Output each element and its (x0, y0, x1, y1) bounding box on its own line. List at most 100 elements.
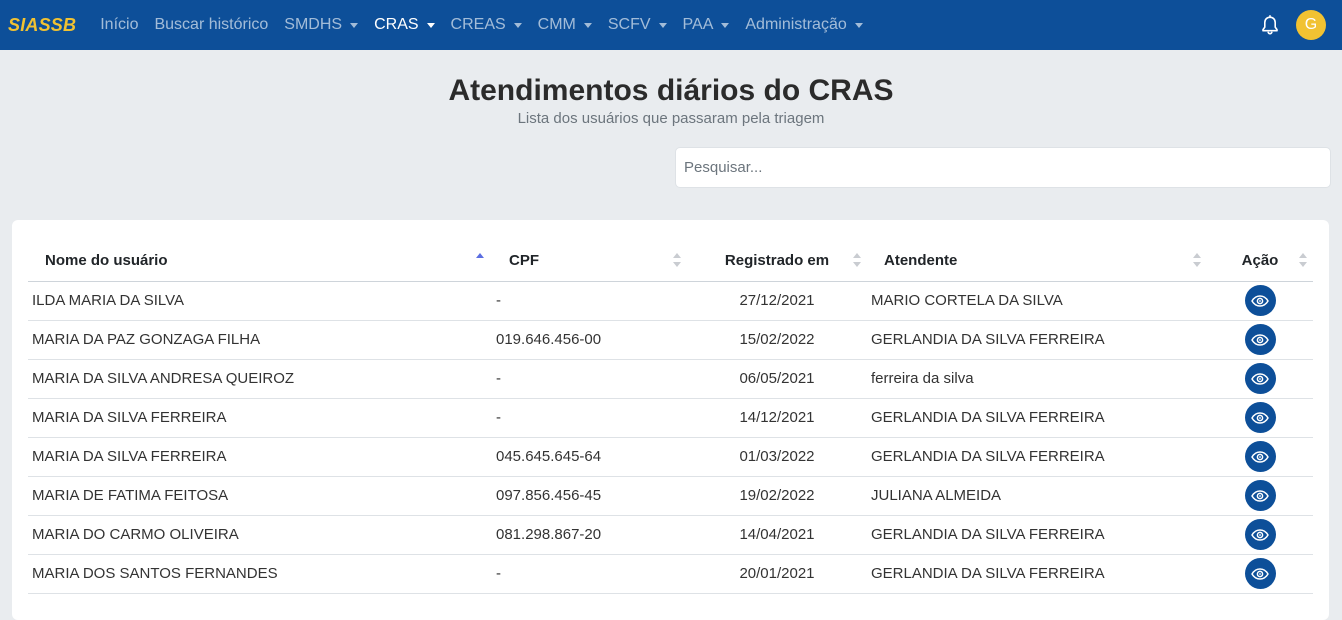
view-button[interactable] (1244, 324, 1276, 355)
table-row: MARIA DA SILVA FERREIRA -14/12/2021 GERLAN… (28, 398, 1313, 438)
bell-icon[interactable] (1260, 14, 1280, 36)
cell-cpf: - (490, 281, 687, 321)
eye-icon (1251, 333, 1269, 346)
cell-acao (1207, 476, 1313, 516)
view-button[interactable] (1244, 558, 1276, 589)
cell-acao (1207, 554, 1313, 594)
nav-item-cras[interactable]: CRAS (374, 16, 435, 34)
cell-acao (1207, 398, 1313, 438)
nav-item-administracao[interactable]: Administração (745, 16, 863, 34)
view-button[interactable] (1244, 402, 1276, 433)
column-acao-header[interactable]: Ação (1207, 240, 1313, 282)
cell-nome-usuario: MARIA DO CARMO OLIVEIRA (28, 515, 490, 555)
caret-down-icon (721, 23, 730, 28)
cell-nome-usuario: MARIA DA SILVA FERREIRA (28, 437, 490, 477)
column-header-label: Nome do usuário (45, 251, 168, 269)
sort-icon[interactable] (673, 253, 681, 267)
caret-down-icon (513, 23, 522, 28)
nav-item-label: Buscar histórico (154, 16, 269, 33)
caret-down-icon (350, 23, 359, 28)
nav-item-inicio[interactable]: Início (100, 16, 138, 34)
column-header-label: Ação (1241, 251, 1279, 269)
cell-nome-usuario: MARIA DE FATIMA FEITOSA (28, 476, 490, 516)
user-avatar[interactable]: G (1296, 10, 1326, 40)
cell-cpf: - (490, 554, 687, 594)
cell-atendente: GERLANDIA DA SILVA FERREIRA (867, 398, 1207, 438)
cell-cpf: 097.856.456-45 (490, 476, 687, 516)
cell-nome-usuario: ILDA MARIA DA SILVA (28, 281, 490, 321)
cell-atendente: MARIO CORTELA DA SILVA (867, 281, 1207, 321)
nav-item-label: CREAS (450, 16, 506, 33)
nav-item-paa[interactable]: PAA (683, 16, 730, 34)
cell-atendente: GERLANDIA DA SILVA FERREIRA (867, 437, 1207, 477)
column-atendente-header[interactable]: Atendente (867, 240, 1207, 282)
cell-cpf: 019.646.456-00 (490, 320, 687, 360)
brand-logo[interactable]: SIASSB (8, 15, 76, 36)
nav-item-scfv[interactable]: SCFV (608, 16, 667, 34)
cell-registrado-em: 15/02/2022 (687, 320, 867, 360)
view-button[interactable] (1244, 285, 1276, 316)
sort-icon[interactable] (853, 253, 861, 267)
cell-acao (1207, 281, 1313, 321)
cell-cpf: 081.298.867-20 (490, 515, 687, 555)
cell-acao (1207, 515, 1313, 555)
cell-registrado-em: 14/04/2021 (687, 515, 867, 555)
column-nome-usuario-header[interactable]: Nome do usuário (28, 240, 490, 282)
caret-down-icon (583, 23, 592, 28)
nav-item-creas[interactable]: CREAS (451, 16, 522, 34)
nav-item-label: PAA (682, 16, 714, 33)
cell-nome-usuario: MARIA DA PAZ GONZAGA FILHA (28, 320, 490, 360)
table-row: MARIA DA SILVA ANDRESA QUEIROZ -06/05/202… (28, 359, 1313, 399)
page-header: Atendimentos diários do CRAS Lista dos u… (0, 73, 1342, 127)
page-subtitle: Lista dos usuários que passaram pela tri… (517, 110, 825, 127)
search-input[interactable] (675, 147, 1331, 188)
view-button[interactable] (1244, 441, 1276, 472)
nav-item-label: Início (100, 16, 139, 33)
cell-acao (1207, 320, 1313, 360)
nav-item-smdhs[interactable]: SMDHS (284, 16, 359, 34)
caret-down-icon (426, 23, 435, 28)
cell-registrado-em: 06/05/2021 (687, 359, 867, 399)
nav-item-label: SMDHS (284, 16, 343, 33)
view-button[interactable] (1244, 519, 1276, 550)
nav-item-label: CRAS (374, 16, 419, 33)
eye-icon (1251, 489, 1269, 502)
cell-registrado-em: 19/02/2022 (687, 476, 867, 516)
cell-acao (1207, 437, 1313, 477)
view-button[interactable] (1244, 480, 1276, 511)
column-header-label: Atendente (884, 251, 958, 269)
table-row: MARIA DA SILVA FERREIRA 045.645.645-64 01/… (28, 437, 1313, 477)
sort-ascending-icon[interactable] (476, 253, 484, 267)
nav-item-cmm[interactable]: CMM (538, 16, 592, 34)
cell-registrado-em: 01/03/2022 (687, 437, 867, 477)
cell-cpf: 045.645.645-64 (490, 437, 687, 477)
cell-nome-usuario: MARIA DA SILVA FERREIRA (28, 398, 490, 438)
table-body: ILDA MARIA DA SILVA -27/12/2021 MARIO CORT… (28, 281, 1313, 594)
nav-menu: Início Buscar histórico SMDHS CRAS CREAS CMM S… (100, 16, 879, 34)
cell-nome-usuario: MARIA DA SILVA ANDRESA QUEIROZ (28, 359, 490, 399)
eye-icon (1251, 528, 1269, 541)
nav-item-buscar-historico[interactable]: Buscar histórico (154, 16, 268, 34)
sort-icon[interactable] (1299, 253, 1307, 267)
table-card: Nome do usuário CPF Registrado em Atendente… (12, 220, 1329, 620)
table-row: MARIA DOS SANTOS FERNANDES -20/01/2021 GER… (28, 554, 1313, 594)
cell-registrado-em: 27/12/2021 (687, 281, 867, 321)
cell-atendente: GERLANDIA DA SILVA FERREIRA (867, 515, 1207, 555)
cell-atendente: GERLANDIA DA SILVA FERREIRA (867, 554, 1207, 594)
column-header-label: CPF (509, 251, 539, 269)
eye-icon (1251, 294, 1269, 307)
cell-registrado-em: 20/01/2021 (687, 554, 867, 594)
search-container (675, 147, 1331, 188)
cell-cpf: - (490, 359, 687, 399)
view-button[interactable] (1244, 363, 1276, 394)
table-header-row: Nome do usuário CPF Registrado em Atendente… (28, 240, 1313, 282)
cell-cpf: - (490, 398, 687, 438)
eye-icon (1251, 411, 1269, 424)
page-title: Atendimentos diários do CRAS (448, 74, 894, 107)
table-row: MARIA DA PAZ GONZAGA FILHA 019.646.456-00… (28, 320, 1313, 360)
column-registrado-em-header[interactable]: Registrado em (687, 240, 867, 282)
nav-right: G (1260, 0, 1326, 50)
column-cpf-header[interactable]: CPF (490, 240, 687, 282)
sort-icon[interactable] (1193, 253, 1201, 267)
eye-icon (1251, 372, 1269, 385)
